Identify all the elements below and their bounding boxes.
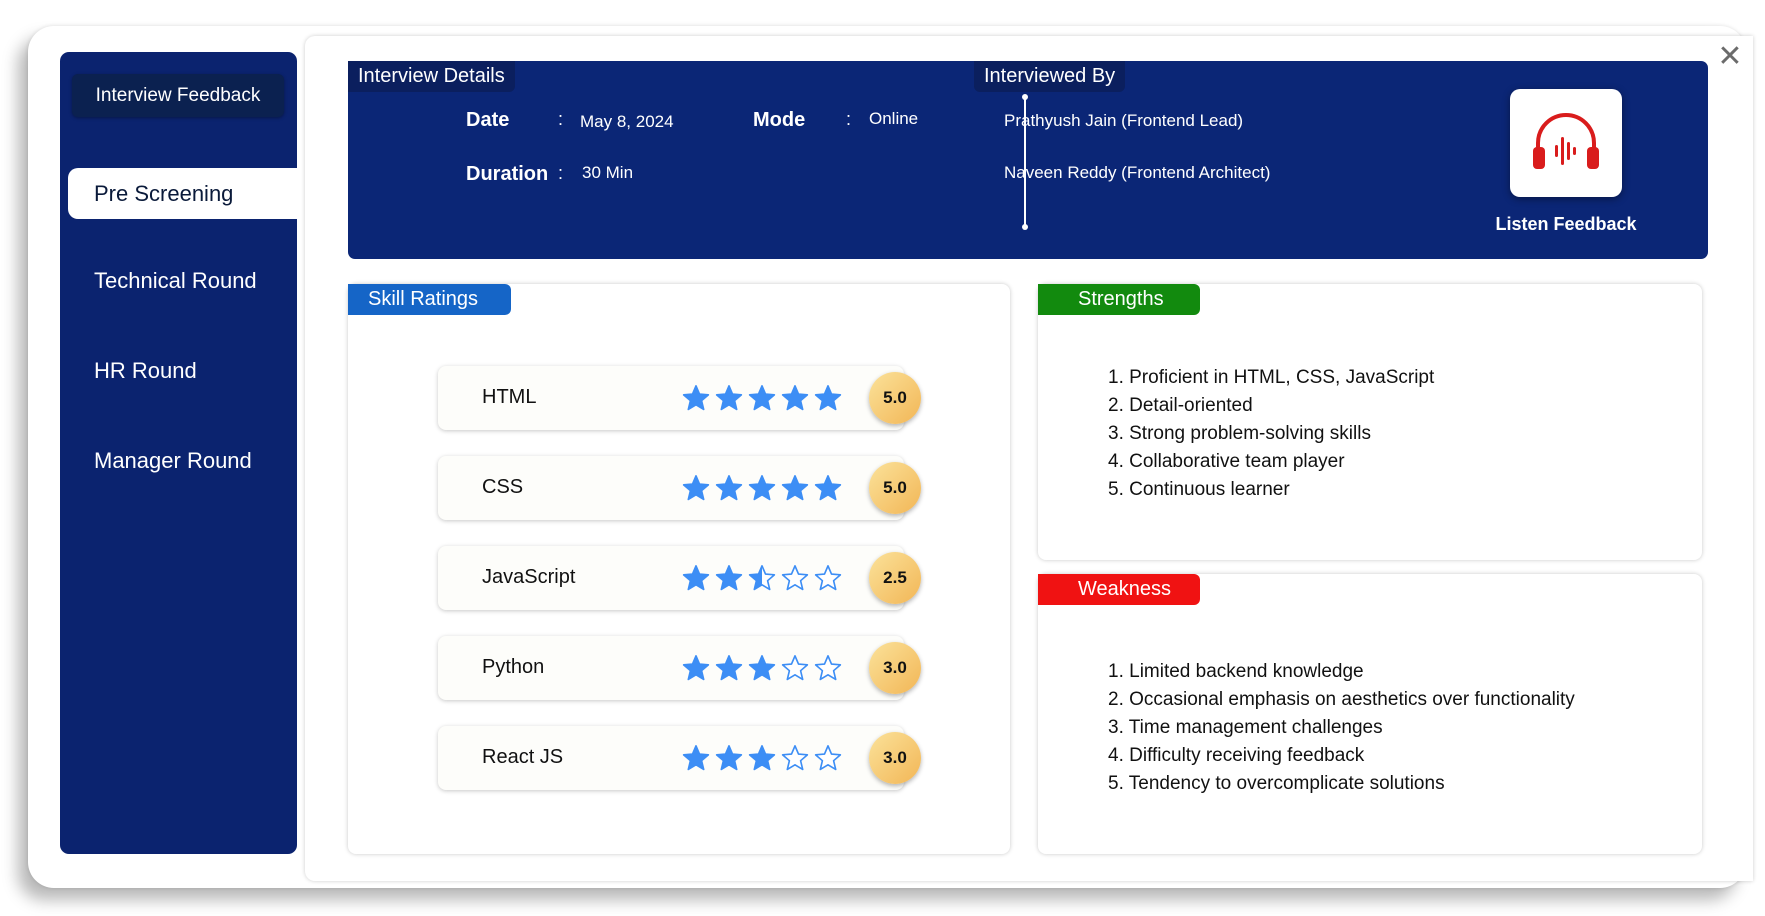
skill-name: HTML [482, 386, 537, 408]
list-item: 4. Collaborative team player [1108, 451, 1345, 472]
star-empty-icon [814, 655, 842, 681]
skill-name: Python [482, 656, 545, 678]
sidebar-item-pre-screening[interactable]: Pre Screening [68, 168, 308, 219]
star-filled-icon [715, 745, 743, 771]
sidebar-title: Interview Feedback [72, 74, 284, 117]
star-filled-icon [682, 385, 710, 411]
mode-label: Mode [753, 109, 806, 131]
headphones-icon [1533, 113, 1599, 169]
score-badge: 3.0 [869, 642, 921, 694]
interview-details-title: Interview Details [348, 61, 515, 92]
mode-value: Online [869, 109, 919, 128]
list-item: 5. Continuous learner [1108, 479, 1290, 500]
list-item: 5. Tendency to overcomplicate solutions [1108, 773, 1445, 794]
star-filled-icon [682, 745, 710, 771]
star-filled-icon [715, 475, 743, 501]
list-item: 2. Detail-oriented [1108, 395, 1253, 416]
star-filled-icon [715, 385, 743, 411]
star-rating [682, 474, 842, 502]
interview-details-panel: Interview Details Date : May 8, 2024 Mod… [348, 61, 1708, 259]
star-filled-icon [715, 565, 743, 591]
date-separator: : [558, 109, 564, 129]
star-half-icon [748, 565, 776, 591]
duration-value: 30 Min [582, 163, 634, 182]
sidebar-item-hr-round[interactable]: HR Round [94, 356, 197, 386]
duration-label: Duration [466, 163, 549, 185]
weakness-list: 1. Limited backend knowledge 2. Occasion… [1108, 658, 1575, 798]
sidebar-item-manager-round[interactable]: Manager Round [94, 446, 252, 476]
star-rating [682, 654, 842, 682]
star-filled-icon [715, 655, 743, 681]
star-filled-icon [682, 475, 710, 501]
star-filled-icon [748, 385, 776, 411]
strengths-card: Strengths 1. Proficient in HTML, CSS, Ja… [1038, 284, 1702, 560]
score-badge: 2.5 [869, 552, 921, 604]
list-item: 4. Difficulty receiving feedback [1108, 745, 1365, 766]
skill-name: CSS [482, 476, 524, 498]
star-filled-icon [781, 385, 809, 411]
listen-feedback-label[interactable]: Listen Feedback [1458, 214, 1674, 235]
skill-row: HTML 5.0 [438, 366, 921, 430]
list-item: 1. Proficient in HTML, CSS, JavaScript [1108, 367, 1435, 388]
skill-row: Python 3.0 [438, 636, 921, 700]
star-empty-icon [814, 745, 842, 771]
star-filled-icon [781, 475, 809, 501]
score-badge: 3.0 [869, 732, 921, 784]
interviewed-by-title: Interviewed By [974, 61, 1126, 92]
duration-separator: : [558, 163, 564, 183]
star-rating [682, 384, 842, 412]
star-empty-icon [781, 655, 809, 681]
skill-name: React JS [482, 746, 564, 768]
date-value: May 8, 2024 [580, 112, 674, 131]
mode-separator: : [846, 109, 852, 129]
star-empty-icon [814, 565, 842, 591]
list-item: 3. Time management challenges [1108, 717, 1383, 738]
strengths-list: 1. Proficient in HTML, CSS, JavaScript 2… [1108, 364, 1434, 504]
skill-ratings-title: Skill Ratings [348, 284, 511, 315]
interviewer-2: Naveen Reddy (Frontend Architect) [1004, 163, 1271, 182]
star-empty-icon [781, 745, 809, 771]
skill-ratings-card: Skill Ratings HTML 5.0 CSS 5.0 JavaScript 2.5… [348, 284, 1010, 854]
star-rating [682, 564, 842, 592]
list-item: 1. Limited backend knowledge [1108, 661, 1364, 682]
skill-row: JavaScript 2.5 [438, 546, 921, 610]
star-filled-icon [682, 655, 710, 681]
star-empty-icon [781, 565, 809, 591]
star-filled-icon [814, 385, 842, 411]
list-item: 2. Occasional emphasis on aesthetics ove… [1108, 689, 1575, 710]
score-badge: 5.0 [869, 372, 921, 424]
date-label: Date [466, 109, 510, 131]
score-badge: 5.0 [869, 462, 921, 514]
star-filled-icon [682, 565, 710, 591]
star-rating [682, 744, 842, 772]
skill-row: CSS 5.0 [438, 456, 921, 520]
star-filled-icon [748, 475, 776, 501]
sidebar-item-technical-round[interactable]: Technical Round [94, 266, 257, 296]
list-item: 3. Strong problem-solving skills [1108, 423, 1371, 444]
strengths-title: Strengths [1038, 284, 1200, 315]
interviewer-1: Prathyush Jain (Frontend Lead) [1004, 111, 1244, 130]
sidebar: Interview Feedback Pre Screening Technic… [60, 52, 308, 854]
skill-name: JavaScript [482, 566, 576, 588]
listen-feedback-button[interactable] [1510, 89, 1622, 197]
star-filled-icon [814, 475, 842, 501]
star-filled-icon [748, 745, 776, 771]
weakness-card: Weakness 1. Limited backend knowledge 2.… [1038, 574, 1702, 854]
skill-row: React JS 3.0 [438, 726, 921, 790]
star-filled-icon [748, 655, 776, 681]
close-icon[interactable]: ✕ [1715, 42, 1745, 72]
weakness-title: Weakness [1038, 574, 1200, 605]
